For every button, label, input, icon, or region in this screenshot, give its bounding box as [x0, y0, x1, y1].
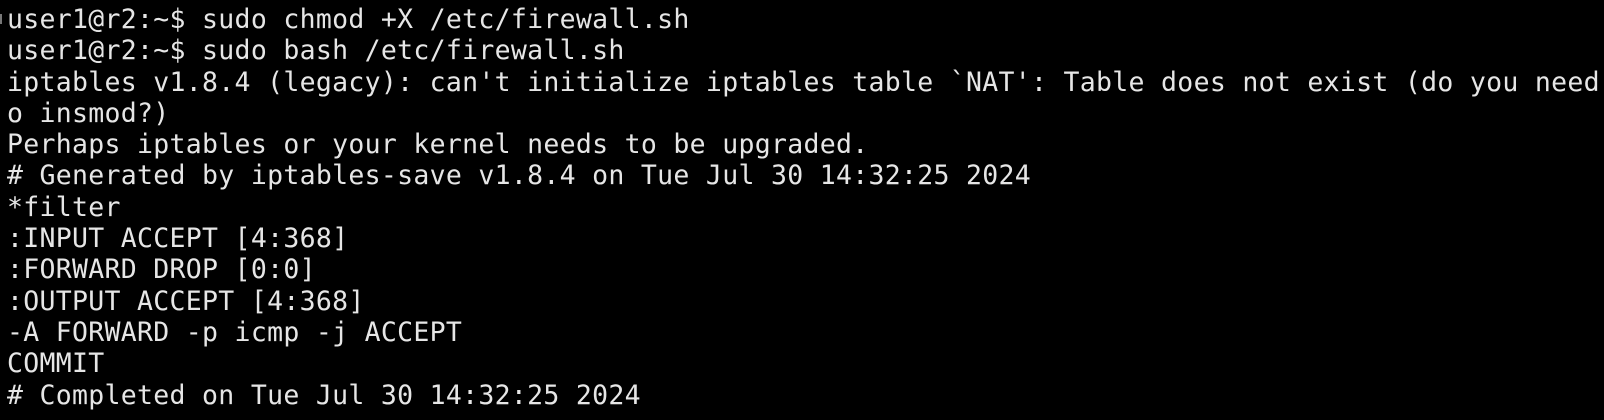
terminal-line-command-chmod: user1@r2:~$ sudo chmod +X /etc/firewall.… — [7, 4, 690, 35]
terminal-line-generated-comment: # Generated by iptables-save v1.8.4 on T… — [7, 160, 1032, 192]
terminal-line-hint: Perhaps iptables or your kernel needs to… — [7, 129, 869, 161]
terminal-line-completed-comment: # Completed on Tue Jul 30 14:32:25 2024 — [7, 379, 641, 411]
terminal-line-output-chain: :OUTPUT ACCEPT [4:368] — [7, 285, 365, 317]
terminal-line-commit: COMMIT — [7, 348, 105, 380]
terminal-window[interactable]: user1@r2:~$ sudo chmod +X /etc/firewall.… — [0, 0, 1604, 420]
terminal-line-error: iptables v1.8.4 (legacy): can't initiali… — [7, 66, 1604, 98]
terminal-line-input-chain: :INPUT ACCEPT [4:368] — [7, 223, 349, 255]
terminal-line-forward-chain: :FORWARD DROP [0:0] — [7, 254, 316, 286]
terminal-line-error-wrap: o insmod?) — [7, 97, 170, 129]
terminal-line-command-bash: user1@r2:~$ sudo bash /etc/firewall.sh — [7, 35, 625, 67]
terminal-line-forward-rule: -A FORWARD -p icmp -j ACCEPT — [7, 316, 463, 348]
cursor-edge-mark — [0, 14, 2, 24]
terminal-line-filter-table: *filter — [7, 191, 121, 223]
